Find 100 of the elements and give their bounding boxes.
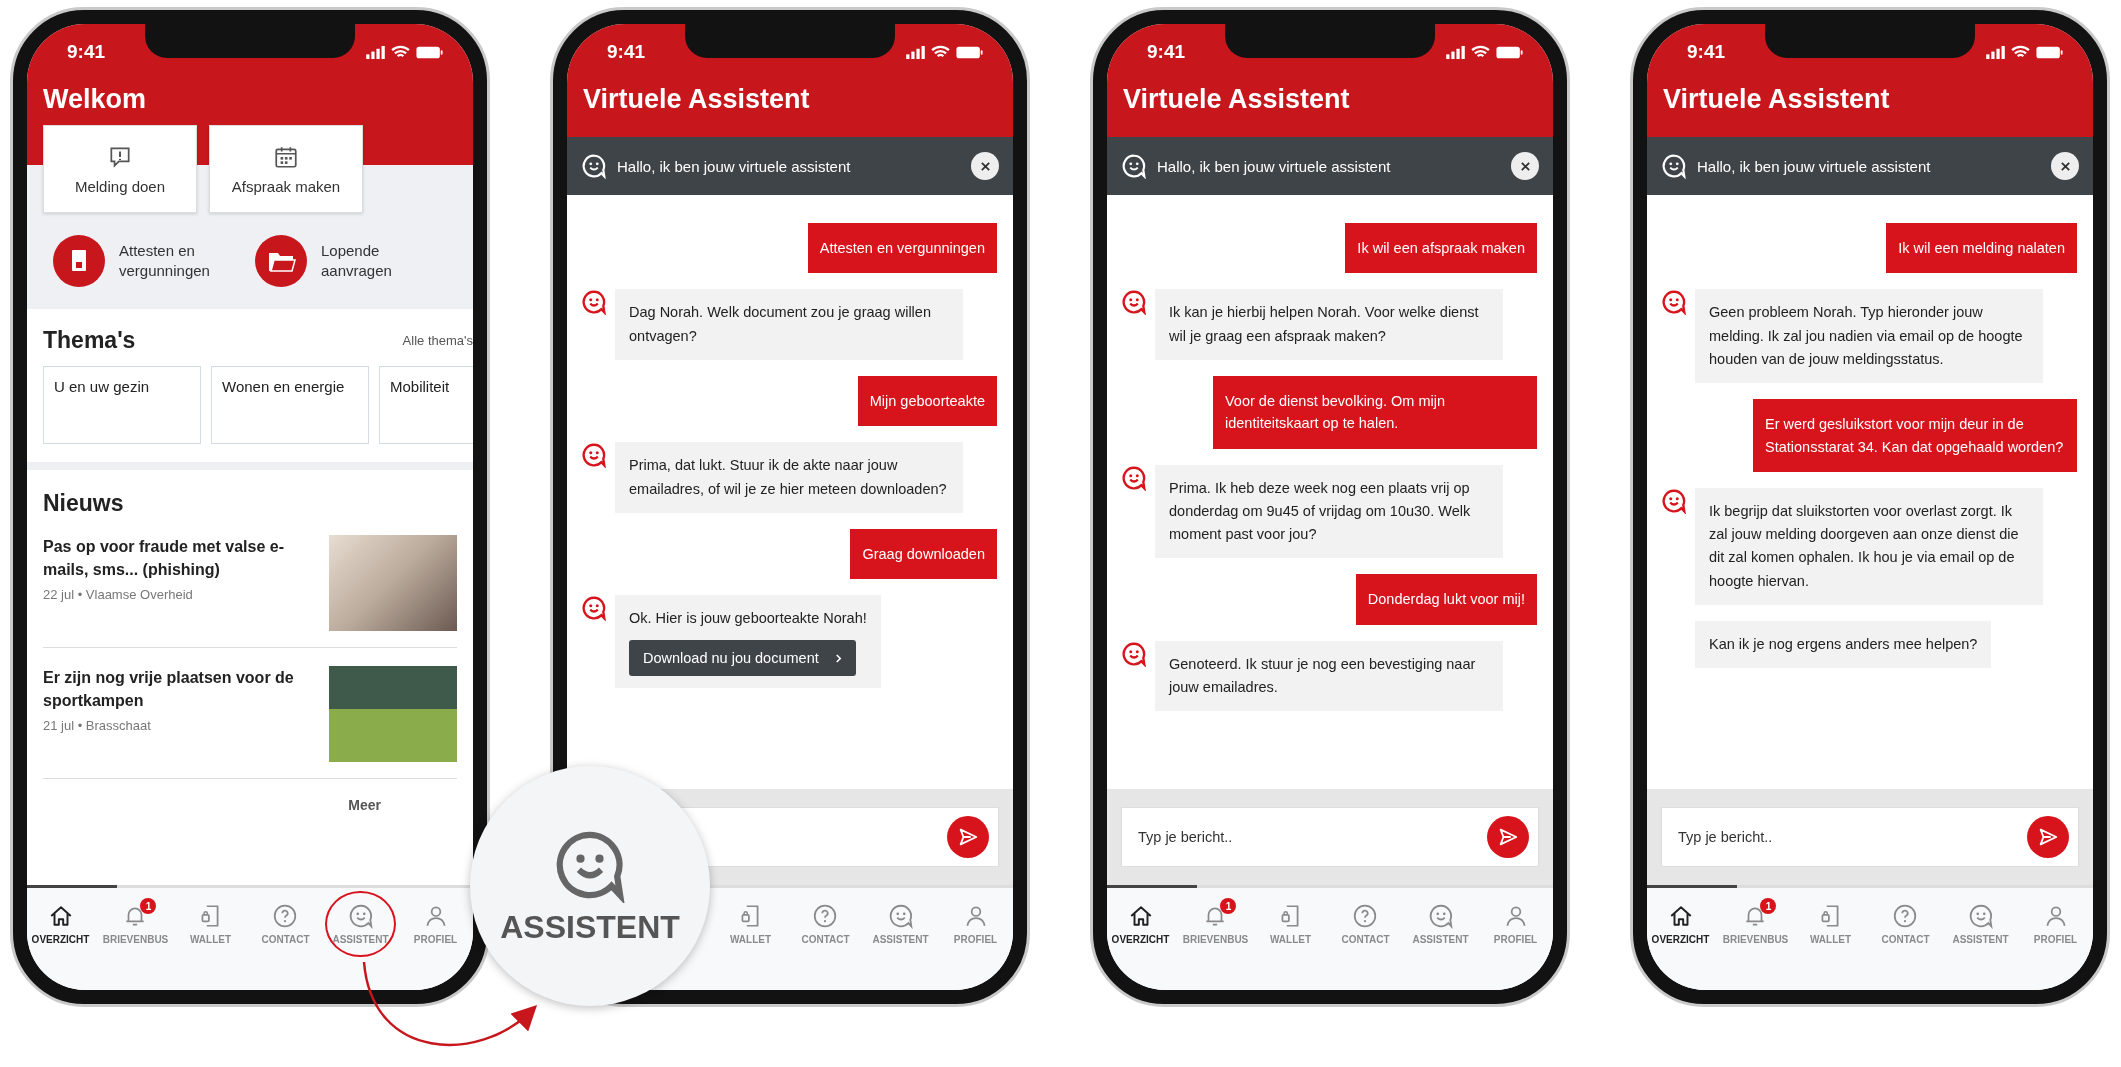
message-text: Geen probleem Norah. Typ hieronder jouw melding. Ik zal jou nadien via email op de hoogte houden van de jouw meldingsstatus.: [1709, 303, 2024, 369]
message-input-field[interactable]: Typ je bericht..: [1661, 807, 2079, 867]
shortcut-link[interactable]: Attesten en vergunningen: [119, 240, 234, 282]
wifi-icon: [931, 45, 950, 59]
wifi-icon: [2011, 45, 2030, 59]
tab-bar-item[interactable]: 1 BRIEVENBUS: [1720, 895, 1791, 953]
banner-text: Hallo, ik ben jouw virtuele assistent: [1157, 157, 1392, 175]
screen-title: Virtuele Assistent: [1662, 83, 1891, 115]
tab-bar-item[interactable]: WALLET: [1807, 895, 1854, 953]
tab-bar-item[interactable]: ASSISTENT: [1410, 895, 1471, 953]
quick-action-card[interactable]: Melding doen: [43, 125, 197, 213]
news-meta: 22 jul • Vlaamse Overheid: [43, 587, 194, 603]
wifi-icon: [391, 45, 410, 59]
message-text: Kan ik je nog ergens anders mee helpen?: [1709, 634, 1978, 654]
message-text: Ok. Hier is jouw geboorteakte Norah!: [629, 609, 867, 629]
chevron-right-icon: [834, 652, 842, 664]
user-message: Ik wil een afspraak maken: [1345, 223, 1537, 274]
signal-icon: [366, 45, 385, 59]
section-title: Nieuws: [43, 490, 125, 517]
message-text: Prima. Ik heb deze week nog een plaats vrij op donderdag om 9u45 of vrijdag om 10u30. Welk moment past voor jou?: [1169, 478, 1472, 545]
signal-icon: [906, 45, 925, 59]
status-time: 9:41: [67, 41, 106, 63]
help-icon: [1892, 903, 1919, 929]
banner-text: Hallo, ik ben jouw virtuele assistent: [617, 157, 852, 175]
notification-badge: 1: [140, 898, 157, 914]
close-button[interactable]: [1511, 152, 1539, 180]
assistant-icon: [887, 903, 914, 929]
tab-bar-item[interactable]: WALLET: [187, 895, 234, 953]
tab-bar-item[interactable]: 1 BRIEVENBUS: [100, 895, 171, 953]
message-text: Ik kan je hierbij helpen Norah. Voor welke dienst wil je graag een afspraak maken?: [1169, 303, 1480, 346]
close-button[interactable]: [971, 152, 999, 180]
user-message: Mijn geboorteakte: [857, 375, 997, 427]
document-circle-icon[interactable]: [53, 235, 105, 287]
tab-bar-item[interactable]: CONTACT: [799, 895, 852, 953]
battery-icon: [2036, 45, 2063, 59]
tab-bar-item[interactable]: WALLET: [1267, 895, 1314, 953]
magnified-label: ASSISTENT: [500, 908, 680, 946]
status-time: 9:41: [607, 41, 646, 63]
more-link[interactable]: Meer: [348, 797, 381, 813]
tab-bar-item[interactable]: PROFIEL: [1491, 895, 1540, 953]
folder-circle-icon[interactable]: [255, 235, 307, 287]
quick-action-card[interactable]: Afspraak maken: [209, 125, 363, 213]
status-time: 9:41: [1687, 41, 1726, 63]
close-icon: [1519, 160, 1531, 172]
news-meta: 21 jul • Brasschaat: [43, 718, 152, 734]
tab-bar-item[interactable]: CONTACT: [1879, 895, 1932, 953]
tab-bar-item[interactable]: PROFIEL: [411, 895, 460, 953]
send-icon: [2037, 826, 2059, 848]
tab-bar-item[interactable]: OVERZICHT: [1649, 895, 1712, 953]
tab-bar-item[interactable]: WALLET: [727, 895, 774, 953]
assistant-icon: [1121, 153, 1147, 179]
message-text: Genoteerd. Ik stuur je nog een bevestiging naar jouw emailadres.: [1169, 654, 1477, 697]
theme-card[interactable]: Wonen en energie: [211, 366, 369, 444]
banner-text: Hallo, ik ben jouw virtuele assistent: [1697, 157, 1932, 175]
close-icon: [2059, 160, 2071, 172]
tab-bar-item[interactable]: PROFIEL: [2031, 895, 2080, 953]
tab-bar-item[interactable]: PROFIEL: [951, 895, 1000, 953]
screen-title: Welkom: [42, 83, 148, 115]
notification-badge: 1: [1220, 898, 1237, 914]
tab-bar-item[interactable]: OVERZICHT: [1109, 895, 1172, 953]
tab-bar-item[interactable]: ASSISTENT: [870, 895, 931, 953]
theme-card[interactable]: Mobiliteit: [379, 366, 473, 444]
assistant-icon: [347, 903, 374, 929]
assistant-icon: [1661, 153, 1687, 179]
help-icon: [812, 903, 839, 929]
send-icon: [1497, 826, 1519, 848]
message-input-field[interactable]: Typ je bericht..: [1121, 807, 1539, 867]
battery-icon: [1496, 45, 1523, 59]
assistant-icon: [581, 153, 607, 179]
all-themes-link[interactable]: Alle thema's: [402, 333, 473, 348]
signal-icon: [1446, 45, 1465, 59]
wifi-icon: [1471, 45, 1490, 59]
tab-bar-item[interactable]: CONTACT: [259, 895, 312, 953]
user-message: Voor de dienst bevolking. Om mijn identiteitskaart op te halen.: [1213, 375, 1537, 449]
send-icon: [957, 826, 979, 848]
user-message: Ik wil een melding nalaten: [1886, 223, 2077, 274]
news-headline[interactable]: Pas op voor fraude met valse e-mails, sms... (phishing): [43, 535, 317, 582]
message-text: Dag Norah. Welk document zou je graag willen ontvagen?: [629, 303, 932, 346]
section-title: Thema's: [43, 327, 136, 354]
assistant-icon: [1967, 903, 1994, 929]
tab-bar-item[interactable]: OVERZICHT: [29, 895, 92, 953]
user-message: Er werd gesluikstort voor mijn deur in de Stationsstarat 34. Kan dat opgehaald worden?: [1753, 399, 2077, 472]
tab-bar-item[interactable]: ASSISTENT: [1950, 895, 2011, 953]
theme-card[interactable]: U en uw gezin: [43, 366, 201, 444]
message-text: Prima, dat lukt. Stuur ik de akte naar jouw emailadres, of wil je ze hier meteen downloaden?: [629, 456, 948, 499]
tab-bar-item[interactable]: ASSISTENT: [325, 891, 396, 957]
close-button[interactable]: [2051, 152, 2079, 180]
close-icon: [979, 160, 991, 172]
signal-icon: [1986, 45, 2005, 59]
battery-icon: [416, 45, 443, 59]
screen-title: Virtuele Assistent: [1122, 83, 1351, 115]
status-time: 9:41: [1147, 41, 1186, 63]
news-headline[interactable]: Er zijn nog vrije plaatsen voor de sportkampen: [43, 666, 317, 713]
battery-icon: [956, 45, 983, 59]
shortcut-link[interactable]: Lopende aanvragen: [321, 240, 436, 282]
help-icon: [1352, 903, 1379, 929]
tab-bar-item[interactable]: CONTACT: [1339, 895, 1392, 953]
download-button[interactable]: Download nu jou document: [629, 640, 856, 677]
tab-bar-item[interactable]: 1 BRIEVENBUS: [1180, 895, 1251, 953]
user-message: Donderdag lukt voor mij!: [1355, 574, 1537, 625]
